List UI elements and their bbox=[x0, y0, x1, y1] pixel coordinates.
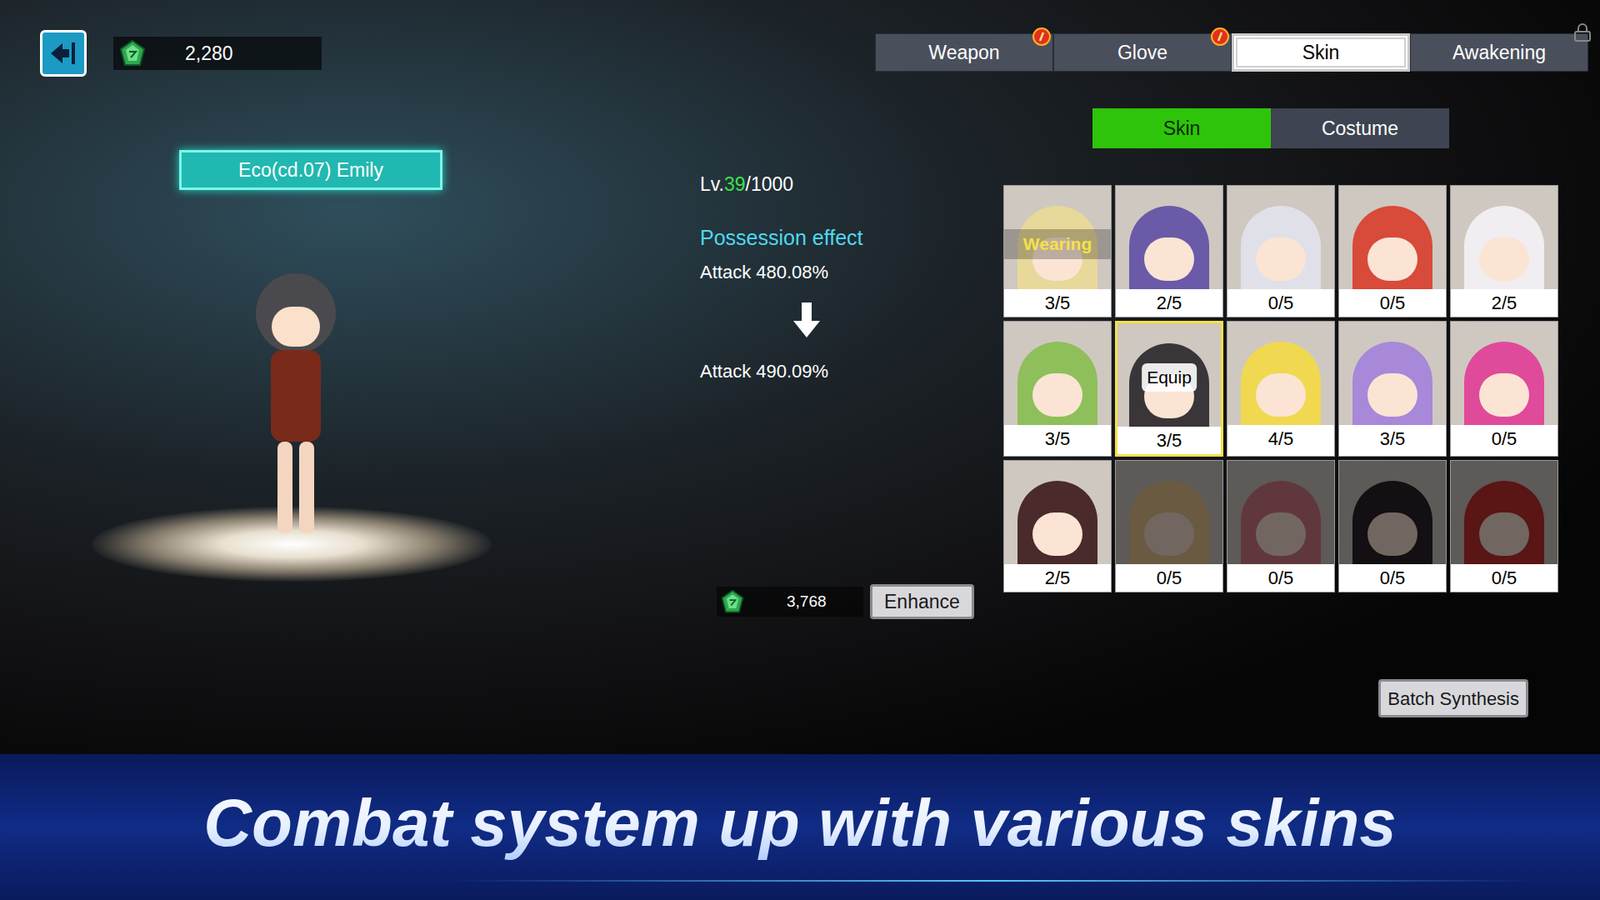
currency-amount: 2,280 bbox=[185, 39, 234, 69]
skin-panel: SkinCostumeWearing3/52/50/50/52/53/5Equi… bbox=[991, 83, 1600, 755]
skin-portrait bbox=[1450, 460, 1558, 565]
tab-label: Awakening bbox=[1452, 38, 1546, 68]
batch-synthesis-button[interactable]: Batch Synthesis bbox=[1378, 679, 1529, 718]
skin-portrait bbox=[1339, 460, 1446, 565]
skin-cell[interactable]: Equip 3/5 bbox=[1115, 320, 1224, 457]
wearing-tag: Wearing bbox=[1004, 229, 1111, 260]
game-screen: 2,280 Weapon Glove Skin Awakening Eco(cd.07) … bbox=[0, 0, 1600, 900]
skin-cell[interactable]: 0/5 bbox=[1115, 460, 1224, 593]
top-tab[interactable]: Skin bbox=[1231, 33, 1410, 72]
alert-badge-icon bbox=[1210, 27, 1230, 46]
stats-column: Lv.39/1000 Possession effect Attack 480.08… bbox=[700, 83, 992, 755]
skin-cell[interactable]: 0/5 bbox=[1450, 460, 1559, 593]
skin-count: 3/5 bbox=[1117, 426, 1221, 455]
skin-count: 0/5 bbox=[1115, 564, 1223, 592]
tab-label: Weapon bbox=[928, 38, 1000, 68]
promo-text: Combat system up with various skins bbox=[203, 773, 1396, 882]
skin-cell[interactable]: 0/5 bbox=[1226, 460, 1335, 593]
alert-badge-icon bbox=[1032, 27, 1051, 46]
skin-cell[interactable]: 0/5 bbox=[1338, 460, 1447, 593]
skin-portrait bbox=[1115, 460, 1223, 565]
skin-portrait bbox=[1450, 185, 1558, 290]
tab-label: Skin bbox=[1302, 38, 1340, 68]
skin-cell[interactable]: 2/5 bbox=[1450, 185, 1559, 318]
skin-count: 3/5 bbox=[1004, 425, 1111, 453]
character-column: Eco(cd.07) Emily bbox=[0, 83, 700, 755]
equip-tag[interactable]: Equip bbox=[1141, 363, 1197, 392]
enhance-cost: 3,768 bbox=[716, 586, 864, 617]
skin-cell[interactable]: 4/5 bbox=[1226, 320, 1335, 457]
skin-portrait bbox=[1115, 185, 1223, 290]
skin-cell[interactable]: 3/5 bbox=[1003, 320, 1112, 457]
skin-portrait bbox=[1227, 321, 1335, 425]
lock-icon bbox=[1572, 22, 1593, 43]
down-arrow-icon bbox=[793, 302, 820, 340]
currency-bar: 2,280 bbox=[113, 36, 322, 70]
attack-before: Attack 480.08% bbox=[700, 258, 992, 286]
enhance-row: 3,768Enhance bbox=[716, 584, 992, 620]
locked-overlay bbox=[1227, 460, 1335, 565]
character-name: Eco(cd.07) Emily bbox=[179, 150, 443, 190]
skin-portrait bbox=[1004, 321, 1111, 425]
main-area: 2,280 Weapon Glove Skin Awakening Eco(cd.07) … bbox=[0, 0, 1600, 755]
skin-cell[interactable]: 3/5 bbox=[1338, 320, 1447, 457]
body: Eco(cd.07) Emily Lv.39/1000 Possession eff… bbox=[0, 83, 1600, 755]
header: 2,280 Weapon Glove Skin Awakening bbox=[0, 0, 1600, 84]
skin-count: 0/5 bbox=[1450, 564, 1558, 592]
top-tab[interactable]: Awakening bbox=[1410, 33, 1589, 72]
skin-portrait bbox=[1227, 185, 1335, 290]
skin-count: 3/5 bbox=[1004, 289, 1111, 317]
skin-count: 0/5 bbox=[1227, 564, 1335, 592]
tab-label: Glove bbox=[1117, 38, 1168, 68]
skin-count: 0/5 bbox=[1227, 289, 1335, 317]
locked-overlay bbox=[1115, 460, 1223, 565]
locked-overlay bbox=[1339, 460, 1446, 565]
back-arrow-icon bbox=[49, 40, 78, 67]
skin-portrait: Equip bbox=[1117, 323, 1221, 427]
skin-cell[interactable]: Wearing 3/5 bbox=[1003, 185, 1112, 318]
skin-count: 3/5 bbox=[1339, 425, 1446, 453]
skin-count: 2/5 bbox=[1450, 289, 1558, 317]
skin-portrait: Wearing bbox=[1004, 185, 1111, 290]
gem-icon bbox=[720, 589, 745, 615]
skin-count: 0/5 bbox=[1450, 425, 1558, 453]
skin-portrait bbox=[1227, 460, 1335, 565]
top-tab[interactable]: Weapon bbox=[875, 33, 1054, 72]
sub-tab[interactable]: Skin bbox=[1092, 108, 1271, 149]
glow-line bbox=[450, 880, 1534, 882]
skin-cell[interactable]: 2/5 bbox=[1003, 460, 1112, 593]
back-button[interactable] bbox=[40, 30, 87, 77]
attack-after: Attack 490.09% bbox=[700, 357, 992, 385]
character-figure bbox=[255, 273, 336, 599]
character-stage bbox=[0, 273, 700, 599]
skin-cell[interactable]: 0/5 bbox=[1226, 185, 1335, 318]
skin-portrait bbox=[1004, 460, 1111, 565]
skin-count: 0/5 bbox=[1339, 289, 1446, 317]
level-text: Lv.39/1000 bbox=[700, 170, 992, 200]
skin-count: 4/5 bbox=[1227, 425, 1335, 453]
skin-portrait bbox=[1339, 185, 1446, 290]
top-tabs: Weapon Glove Skin Awakening bbox=[875, 33, 1589, 72]
skin-grid: Wearing3/52/50/50/52/53/5Equip3/54/53/50… bbox=[1003, 185, 1559, 593]
skin-cell[interactable]: 0/5 bbox=[1450, 320, 1559, 457]
sub-tab[interactable]: Costume bbox=[1270, 108, 1450, 149]
sub-tabs: SkinCostume bbox=[1092, 108, 1600, 149]
promo-banner: Combat system up with various skins bbox=[0, 754, 1600, 900]
skin-cell[interactable]: 0/5 bbox=[1338, 185, 1447, 318]
skin-cell[interactable]: 2/5 bbox=[1115, 185, 1224, 318]
possession-title: Possession effect bbox=[700, 222, 992, 255]
skin-count: 0/5 bbox=[1339, 564, 1446, 592]
gem-icon bbox=[118, 39, 147, 68]
locked-overlay bbox=[1450, 460, 1558, 565]
skin-portrait bbox=[1450, 321, 1558, 425]
skin-count: 2/5 bbox=[1004, 564, 1111, 592]
batch-row: Batch Synthesis bbox=[991, 679, 1600, 755]
skin-portrait bbox=[1339, 321, 1446, 425]
top-tab[interactable]: Glove bbox=[1053, 33, 1232, 72]
skin-count: 2/5 bbox=[1115, 289, 1223, 317]
enhance-button[interactable]: Enhance bbox=[870, 584, 975, 620]
